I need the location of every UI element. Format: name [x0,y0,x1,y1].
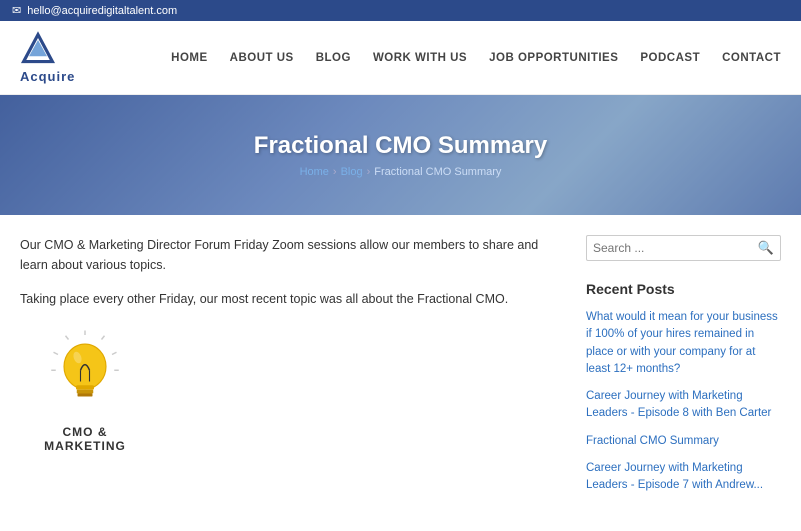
hero-banner: Fractional CMO Summary Home › Blog › Fra… [0,95,801,215]
hero-title: Fractional CMO Summary [254,132,547,160]
article-content: Our CMO & Marketing Director Forum Frida… [20,235,556,504]
recent-post-3: Fractional CMO Summary [586,433,781,450]
intro-paragraph: Our CMO & Marketing Director Forum Frida… [20,235,556,275]
search-icon[interactable]: 🔍 [758,240,774,256]
nav-job-opportunities[interactable]: JOB OPPORTUNITIES [489,52,618,64]
search-input[interactable] [593,241,758,255]
hero-content: Fractional CMO Summary Home › Blog › Fra… [254,132,547,178]
sidebar: 🔍 Recent Posts What would it mean for yo… [586,235,781,504]
main-nav: HOME ABOUT US BLOG WORK WITH US JOB OPPO… [171,52,781,64]
body-paragraph: Taking place every other Friday, our mos… [20,289,556,309]
recent-post-link-3[interactable]: Fractional CMO Summary [586,433,781,450]
breadcrumb-current: Fractional CMO Summary [374,166,501,178]
recent-post-4: Career Journey with Marketing Leaders - … [586,460,781,495]
header: Acquire HOME ABOUT US BLOG WORK WITH US … [0,21,801,95]
top-bar-email: hello@acquiredigitaltalent.com [27,5,177,17]
cmo-image-area: CMO & MARKETING [20,329,150,453]
recent-post-1: What would it mean for your business if … [586,309,781,378]
nav-contact[interactable]: CONTACT [722,52,781,64]
recent-posts-heading: Recent Posts [586,281,781,297]
recent-post-link-4[interactable]: Career Journey with Marketing Leaders - … [586,460,781,495]
recent-post-link-2[interactable]: Career Journey with Marketing Leaders - … [586,388,781,423]
nav-about[interactable]: ABOUT US [230,52,294,64]
nav-podcast[interactable]: PODCAST [640,52,700,64]
email-icon: ✉ [12,4,21,17]
main-content: Our CMO & Marketing Director Forum Frida… [0,215,801,524]
logo-text: Acquire [20,69,75,84]
breadcrumb-separator-1: › [333,166,337,178]
nav-blog[interactable]: BLOG [316,52,351,64]
top-bar: ✉ hello@acquiredigitaltalent.com [0,0,801,21]
cmo-label: CMO & MARKETING [20,425,150,453]
recent-post-2: Career Journey with Marketing Leaders - … [586,388,781,423]
breadcrumb: Home › Blog › Fractional CMO Summary [254,166,547,178]
logo: Acquire [20,31,75,84]
search-box: 🔍 [586,235,781,261]
lightbulb-icon [40,329,130,419]
recent-post-link-1[interactable]: What would it mean for your business if … [586,309,781,378]
breadcrumb-blog[interactable]: Blog [341,166,363,178]
nav-work-with-us[interactable]: WORK WITH US [373,52,467,64]
breadcrumb-home[interactable]: Home [300,166,329,178]
logo-icon [20,31,56,67]
nav-home[interactable]: HOME [171,52,208,64]
breadcrumb-separator-2: › [367,166,371,178]
